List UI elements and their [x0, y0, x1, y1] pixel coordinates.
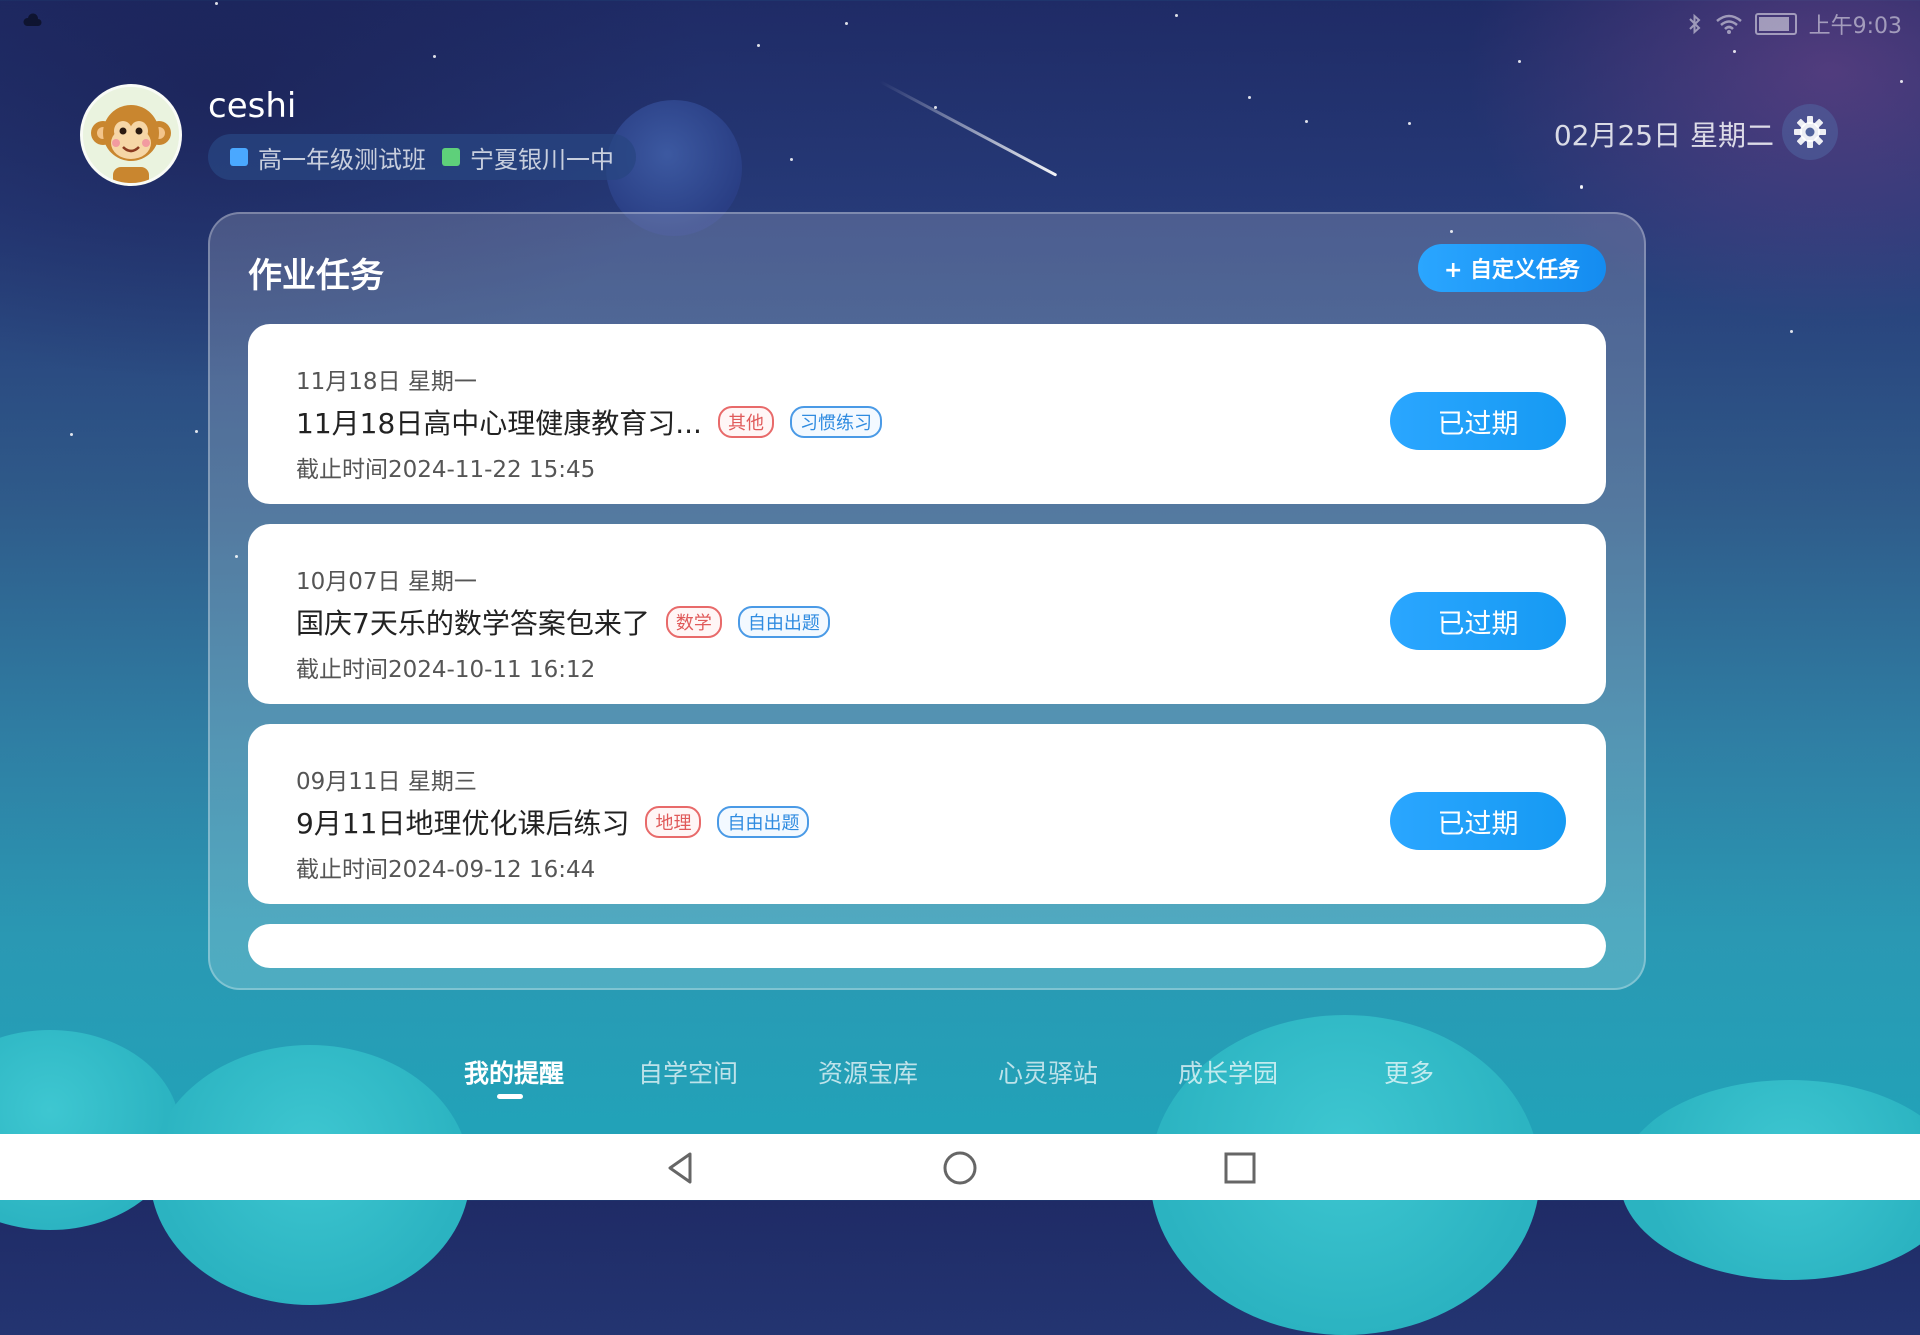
- class-info-pill: 高一年级测试班 宁夏银川一中: [208, 134, 636, 180]
- task-card[interactable]: 09月11日 星期三 9月11日地理优化课后练习 地理 自由出题 截止时间202…: [248, 724, 1606, 904]
- task-date: 11月18日 星期一: [296, 369, 477, 395]
- custom-task-button[interactable]: + 自定义任务: [1418, 244, 1606, 292]
- task-title-row: 国庆7天乐的数学答案包来了 数学 自由出题: [296, 602, 830, 642]
- expired-button[interactable]: 已过期: [1390, 592, 1566, 650]
- school-name: 宁夏银川一中: [470, 145, 614, 174]
- task-title: 11月18日高中心理健康教育习...: [296, 407, 702, 440]
- type-tag: 自由出题: [737, 606, 830, 638]
- gear-icon: [1794, 116, 1826, 148]
- task-list: 11月18日 星期一 11月18日高中心理健康教育习... 其他 习惯练习 截止…: [248, 324, 1606, 968]
- task-title-row: 11月18日高中心理健康教育习... 其他 习惯练习: [296, 402, 882, 442]
- current-date: 02月25日 星期二: [1553, 119, 1774, 152]
- task-deadline: 截止时间2024-10-11 16:12: [296, 657, 596, 683]
- nav-item-self-study[interactable]: 自学空间: [638, 1054, 738, 1090]
- expired-button[interactable]: 已过期: [1390, 392, 1566, 450]
- task-card[interactable]: 11月18日 星期一 11月18日高中心理健康教育习... 其他 习惯练习 截止…: [248, 324, 1606, 504]
- home-icon[interactable]: [940, 1148, 980, 1188]
- class-icon: [230, 148, 248, 166]
- task-title: 9月11日地理优化课后练习: [296, 807, 630, 840]
- task-date: 10月07日 星期一: [296, 569, 477, 595]
- nav-item-resources[interactable]: 资源宝库: [818, 1054, 918, 1090]
- subject-tag: 地理: [645, 806, 702, 838]
- task-card[interactable]: 10月07日 星期一 国庆7天乐的数学答案包来了 数学 自由出题 截止时间202…: [248, 524, 1606, 704]
- task-title: 国庆7天乐的数学答案包来了: [296, 607, 650, 640]
- monkey-avatar-icon: [83, 87, 179, 183]
- task-title-row: 9月11日地理优化课后练习 地理 自由出题: [296, 802, 810, 842]
- homework-panel: 作业任务 + 自定义任务 11月18日 星期一 11月18日高中心理健康教育习.…: [208, 212, 1646, 990]
- weather-icon: [23, 13, 42, 26]
- recents-icon[interactable]: [1220, 1148, 1260, 1188]
- nav-item-mind-station[interactable]: 心灵驿站: [998, 1054, 1098, 1090]
- expired-button[interactable]: 已过期: [1390, 792, 1566, 850]
- type-tag: 自由出题: [717, 806, 810, 838]
- status-bar: 上午9:03: [1687, 8, 1902, 40]
- subject-tag: 其他: [717, 406, 774, 438]
- nav-item-growth[interactable]: 成长学园: [1178, 1054, 1278, 1090]
- task-deadline: 截止时间2024-11-22 15:45: [296, 457, 596, 483]
- class-name: 高一年级测试班: [258, 145, 426, 174]
- school-icon: [442, 148, 460, 166]
- task-deadline: 截止时间2024-09-12 16:44: [296, 857, 596, 883]
- battery-icon: [1754, 13, 1797, 35]
- nav-item-more[interactable]: 更多: [1384, 1054, 1434, 1090]
- avatar[interactable]: [80, 84, 182, 186]
- system-nav-bar: [0, 1134, 1920, 1200]
- bottom-nav: 我的提醒 自学空间 资源宝库 心灵驿站 成长学园 更多: [0, 1054, 1920, 1134]
- nav-item-reminders[interactable]: 我的提醒: [464, 1054, 564, 1090]
- username: ceshi: [208, 86, 297, 126]
- bluetooth-icon: [1688, 13, 1701, 35]
- type-tag: 习惯练习: [789, 406, 882, 438]
- subject-tag: 数学: [665, 606, 722, 638]
- back-icon[interactable]: [660, 1148, 700, 1188]
- status-time: 上午9:03: [1808, 14, 1902, 39]
- panel-title: 作业任务: [248, 256, 384, 296]
- wifi-icon: [1715, 14, 1742, 34]
- settings-button[interactable]: [1782, 104, 1838, 160]
- task-card-partial[interactable]: [248, 924, 1606, 968]
- task-date: 09月11日 星期三: [296, 769, 477, 795]
- active-tab-indicator: [497, 1094, 523, 1099]
